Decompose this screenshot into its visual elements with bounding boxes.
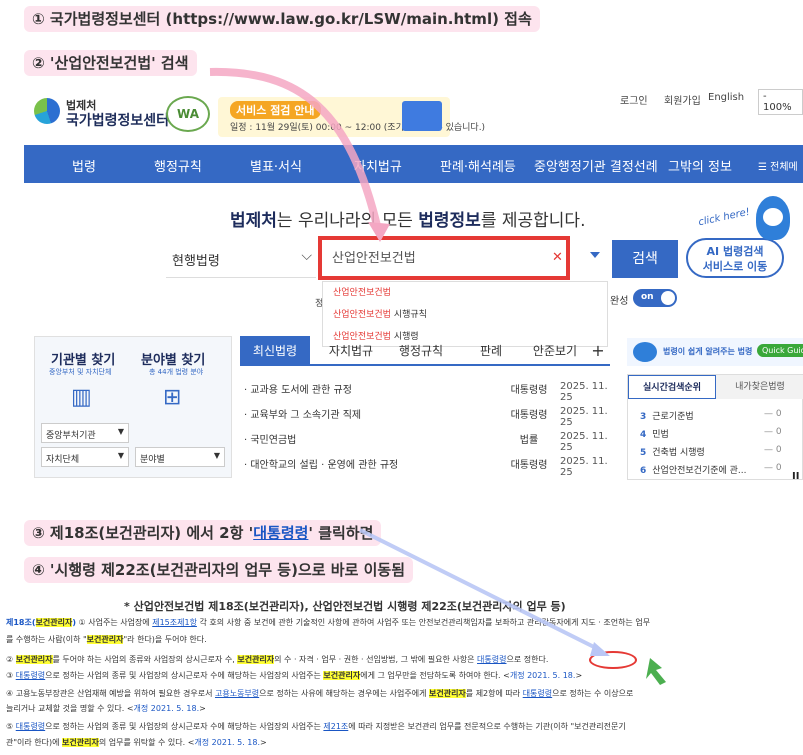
annotation-arrows [209,67,666,685]
link-arrow-head [590,642,610,656]
search-arrow-head [368,222,390,242]
cursor-icon [646,658,666,685]
link-arrow [359,528,601,652]
search-arrow [209,67,382,231]
